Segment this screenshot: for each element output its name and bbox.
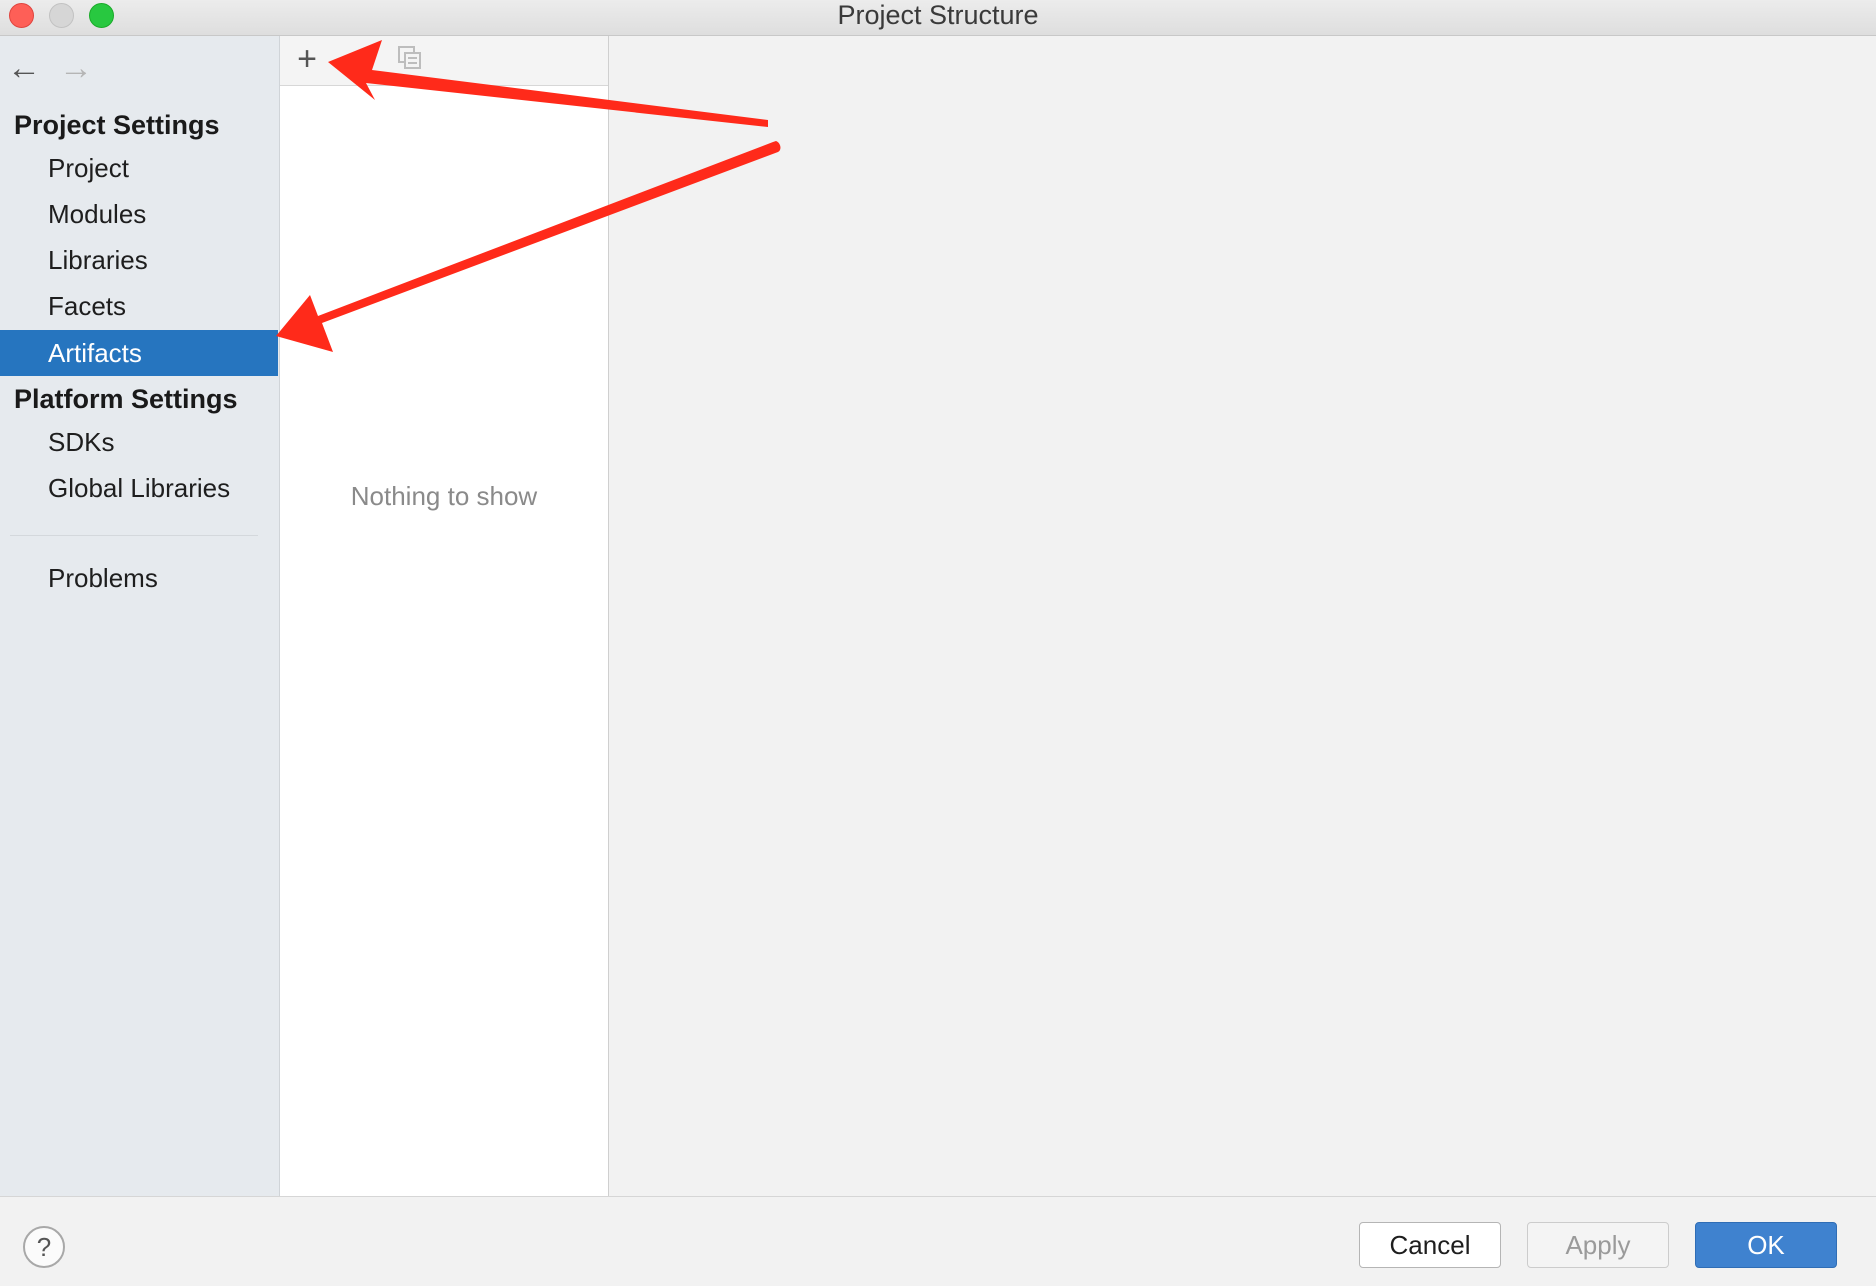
dialog-footer: ? Cancel Apply OK bbox=[0, 1196, 1876, 1286]
artifacts-list-panel: + Nothing to show bbox=[280, 36, 609, 1196]
empty-list-message: Nothing to show bbox=[350, 481, 538, 511]
cancel-button[interactable]: Cancel bbox=[1359, 1222, 1501, 1268]
title-bar: Project Structure bbox=[0, 0, 1876, 36]
details-panel bbox=[609, 36, 1876, 1196]
sidebar-item-libraries[interactable]: Libraries bbox=[0, 237, 278, 283]
apply-button[interactable]: Apply bbox=[1527, 1222, 1669, 1268]
platform-settings-header: Platform Settings bbox=[14, 384, 238, 414]
ok-button[interactable]: OK bbox=[1695, 1222, 1837, 1268]
window-title: Project Structure bbox=[837, 0, 1039, 30]
sidebar-item-artifacts[interactable]: Artifacts bbox=[0, 330, 278, 376]
forward-arrow-icon[interactable]: → bbox=[58, 50, 94, 86]
add-icon[interactable]: + bbox=[290, 42, 324, 76]
sidebar-item-facets[interactable]: Facets bbox=[0, 283, 278, 329]
project-settings-header: Project Settings bbox=[14, 110, 220, 140]
copy-icon[interactable] bbox=[396, 44, 424, 72]
sidebar-item-sdks[interactable]: SDKs bbox=[0, 419, 278, 465]
help-icon[interactable]: ? bbox=[23, 1226, 65, 1268]
sidebar: ← → Project Settings Project Modules Lib… bbox=[0, 36, 280, 1196]
sidebar-item-project[interactable]: Project bbox=[0, 145, 278, 191]
list-toolbar: + bbox=[280, 36, 608, 86]
back-arrow-icon[interactable]: ← bbox=[6, 50, 42, 86]
sidebar-item-modules[interactable]: Modules bbox=[0, 191, 278, 237]
sidebar-item-problems[interactable]: Problems bbox=[0, 555, 278, 601]
sidebar-divider bbox=[10, 535, 258, 536]
sidebar-item-global-libraries[interactable]: Global Libraries bbox=[0, 465, 278, 511]
project-structure-window: Project Structure ← → Project Settings P… bbox=[0, 0, 1876, 1286]
